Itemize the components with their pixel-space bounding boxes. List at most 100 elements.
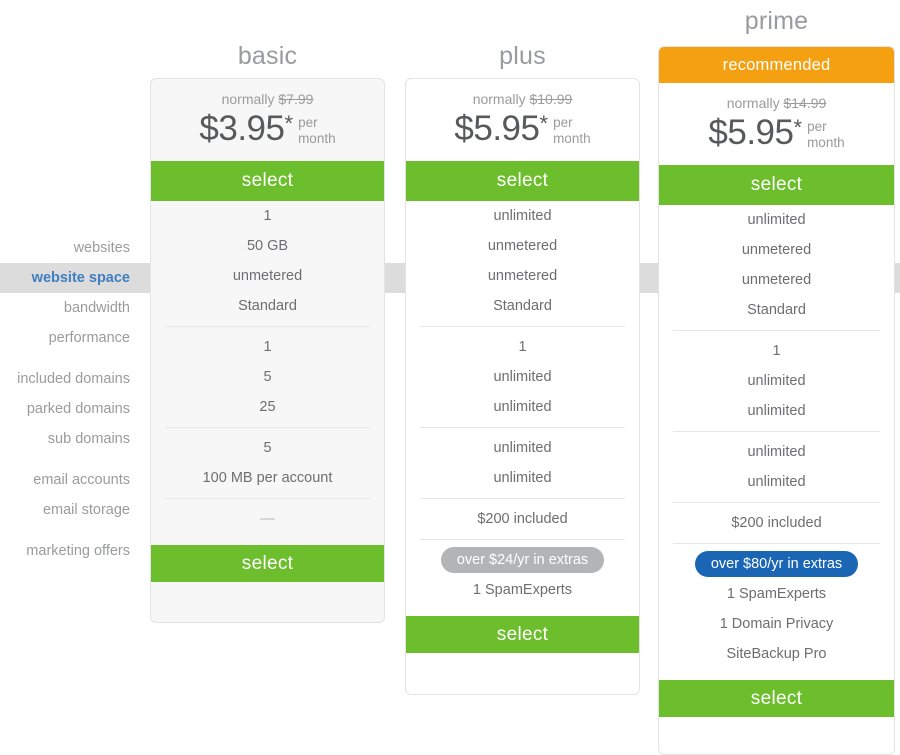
value-basic-bandwidth: unmetered xyxy=(232,268,303,284)
feature-label-websites[interactable]: websites xyxy=(0,233,140,263)
value-basic-performance: Standard xyxy=(238,298,297,314)
extras-badge-row-prime: over $80/yr in extras xyxy=(659,549,894,579)
per-label: per xyxy=(553,115,573,130)
value-basic-included-domains: 1 xyxy=(263,339,272,355)
extra-item-prime-0: 1 SpamExperts xyxy=(726,586,827,602)
feature-label-included-domains[interactable]: included domains xyxy=(0,364,140,394)
plan-title-plus: plus xyxy=(499,42,546,70)
extra-item-plus-0: 1 SpamExperts xyxy=(472,582,573,598)
value-basic-marketing-offers: — xyxy=(260,511,275,527)
label-gap xyxy=(0,353,140,364)
extra-item-prime-1: 1 Domain Privacy xyxy=(719,616,834,632)
value-prime-parked-domains: unlimited xyxy=(747,373,806,389)
feature-label-email-storage[interactable]: email storage xyxy=(0,495,140,525)
divider xyxy=(406,422,639,433)
divider xyxy=(406,534,639,545)
plan-title-basic: basic xyxy=(237,42,298,70)
feature-label-marketing-offers[interactable]: marketing offers xyxy=(0,536,140,566)
value-plus-website-space: unmetered xyxy=(487,238,558,254)
original-price: $7.99 xyxy=(278,91,314,107)
select-button-plus-top[interactable]: select xyxy=(406,161,639,201)
current-price-prime: $5.95 * per month xyxy=(659,113,894,153)
price-block-prime: normally $14.99 $5.95 * per month xyxy=(659,83,894,165)
price-block-basic: normally $7.99 $3.95 * per month xyxy=(151,79,384,161)
divider xyxy=(151,422,384,433)
plan-card-basic[interactable]: normally $7.99 $3.95 * per month select … xyxy=(150,78,385,623)
select-button-basic-top[interactable]: select xyxy=(151,161,384,201)
divider xyxy=(151,321,384,332)
value-plus-included-domains: 1 xyxy=(518,339,527,355)
per-month-label: per month xyxy=(807,119,845,151)
divider xyxy=(659,325,894,336)
extra-item-prime-2: SiteBackup Pro xyxy=(726,646,827,662)
feature-label-sub-domains[interactable]: sub domains xyxy=(0,424,140,454)
price-block-plus: normally $10.99 $5.95 * per month xyxy=(406,79,639,161)
select-button-basic-bottom[interactable]: select xyxy=(151,545,384,582)
per-label: per xyxy=(807,119,827,134)
select-button-prime-top[interactable]: select xyxy=(659,165,894,205)
value-plus-marketing-offers: $200 included xyxy=(477,511,568,527)
select-button-plus-bottom[interactable]: select xyxy=(406,616,639,653)
normally-price-plus: normally $10.99 xyxy=(406,90,639,108)
value-plus-email-accounts: unlimited xyxy=(493,440,552,456)
plan-card-prime[interactable]: recommended normally $14.99 $5.95 * per … xyxy=(658,46,895,755)
normally-label: normally xyxy=(221,91,275,107)
divider xyxy=(659,497,894,508)
value-plus-email-storage: unlimited xyxy=(493,470,552,486)
value-prime-email-storage: unlimited xyxy=(747,474,806,490)
current-price-plus: $5.95 * per month xyxy=(406,109,639,149)
per-month-label: per month xyxy=(298,115,336,147)
plan-card-plus[interactable]: normally $10.99 $5.95 * per month select… xyxy=(405,78,640,695)
divider xyxy=(659,538,894,549)
normally-price-prime: normally $14.99 xyxy=(659,94,894,112)
value-plus-sub-domains: unlimited xyxy=(493,399,552,415)
per-label: per xyxy=(298,115,318,130)
per-month-label: per month xyxy=(553,115,591,147)
price-amount: $3.95 xyxy=(199,109,285,148)
current-price-basic: $3.95 * per month xyxy=(151,109,384,149)
value-basic-email-accounts: 5 xyxy=(263,440,272,456)
value-plus-parked-domains: unlimited xyxy=(493,369,552,385)
original-price: $10.99 xyxy=(529,91,573,107)
value-prime-email-accounts: unlimited xyxy=(747,444,806,460)
normally-label: normally xyxy=(726,95,780,111)
feature-label-performance[interactable]: performance xyxy=(0,323,140,353)
extras-badge-prime[interactable]: over $80/yr in extras xyxy=(694,551,859,577)
value-basic-sub-domains: 25 xyxy=(259,399,276,415)
divider xyxy=(406,321,639,332)
pricing-table: basic plus prime normally $7.99 $3.95 * … xyxy=(0,0,900,755)
price-amount: $5.95 xyxy=(454,109,540,148)
feature-label-parked-domains[interactable]: parked domains xyxy=(0,394,140,424)
value-basic-parked-domains: 5 xyxy=(263,369,272,385)
value-prime-websites: unlimited xyxy=(747,212,806,228)
feature-label-bandwidth[interactable]: bandwidth xyxy=(0,293,140,323)
month-label: month xyxy=(298,131,336,146)
feature-label-column: websites website space bandwidth perform… xyxy=(0,233,140,566)
divider xyxy=(151,493,384,504)
value-prime-performance: Standard xyxy=(747,302,806,318)
plan-title-prime: prime xyxy=(744,7,809,35)
value-plus-performance: Standard xyxy=(493,298,552,314)
month-label: month xyxy=(807,135,845,150)
select-button-prime-bottom[interactable]: select xyxy=(659,680,894,717)
original-price: $14.99 xyxy=(783,95,827,111)
normally-label: normally xyxy=(472,91,526,107)
value-basic-website-space: 50 GB xyxy=(246,238,289,254)
price-asterisk: * xyxy=(793,115,803,140)
feature-label-email-accounts[interactable]: email accounts xyxy=(0,465,140,495)
price-amount: $5.95 xyxy=(708,113,794,152)
value-prime-sub-domains: unlimited xyxy=(747,403,806,419)
value-prime-bandwidth: unmetered xyxy=(741,272,812,288)
price-asterisk: * xyxy=(284,111,294,136)
recommended-ribbon: recommended xyxy=(659,47,894,83)
value-prime-included-domains: 1 xyxy=(772,343,781,359)
feature-label-website-space[interactable]: website space xyxy=(0,263,140,293)
extras-badge-plus[interactable]: over $24/yr in extras xyxy=(440,547,605,573)
price-asterisk: * xyxy=(539,111,549,136)
value-prime-marketing-offers: $200 included xyxy=(731,515,822,531)
extras-badge-row-plus: over $24/yr in extras xyxy=(406,545,639,575)
label-gap xyxy=(0,454,140,465)
value-plus-websites: unlimited xyxy=(493,208,552,224)
